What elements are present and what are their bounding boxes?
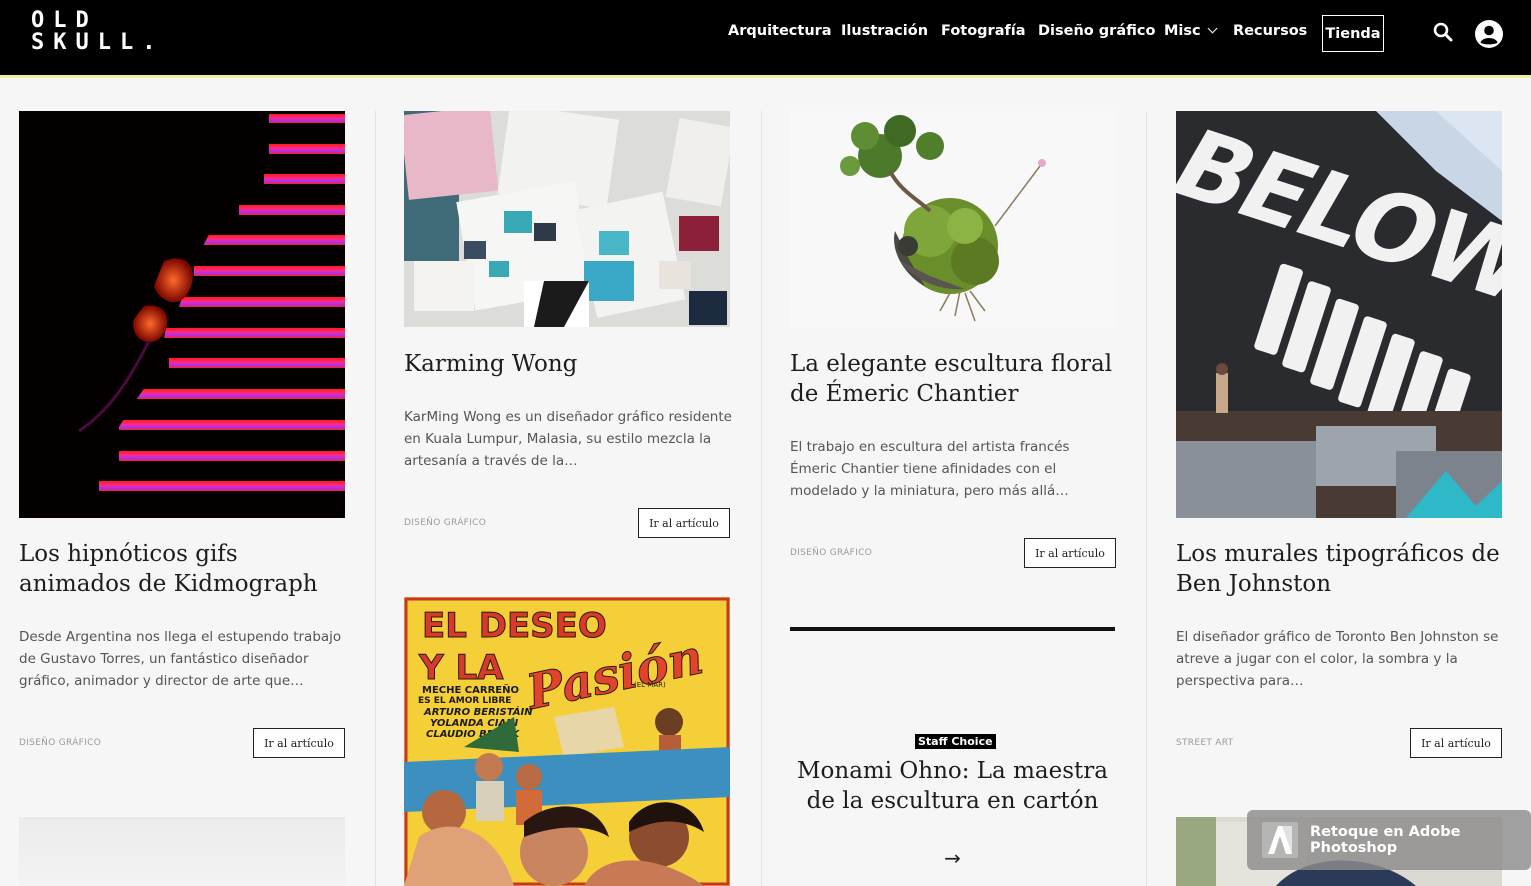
card-category[interactable]: DISEÑO GRÁFICO [404, 518, 486, 528]
staff-choice-rule [790, 627, 1115, 631]
poster-line-2: Y LA [418, 648, 504, 688]
adobe-icon [1262, 822, 1298, 858]
site-logo[interactable]: OLD SKULL. [31, 10, 164, 54]
photoshop-toast[interactable]: Retoque en Adobe Photoshop [1247, 810, 1531, 870]
staff-choice-title[interactable]: Monami Ohno: La maestra de la escultura … [790, 756, 1115, 816]
chevron-down-icon [1207, 23, 1218, 34]
logo-line-1: OLD [31, 8, 98, 33]
ben-johnston-mural-image[interactable]: BELOW [1176, 111, 1502, 518]
header-accent-line [0, 75, 1531, 78]
card-title[interactable]: La elegante escultura floral de Émeric C… [790, 349, 1120, 409]
card-excerpt: El trabajo en escultura del artista fran… [790, 439, 1070, 499]
card-excerpt: El diseñador gráfico de Toronto Ben John… [1176, 629, 1499, 689]
card-title[interactable]: Karming Wong [404, 349, 734, 379]
search-icon[interactable] [1433, 22, 1453, 42]
nav-item-diseno-grafico[interactable]: Diseño gráfico [1038, 23, 1155, 39]
read-article-button[interactable]: Ir al artículo [1410, 728, 1502, 758]
poster-line-1: EL DESEO [422, 606, 607, 646]
read-article-button[interactable]: Ir al artículo [1024, 538, 1116, 568]
emeric-chantier-image[interactable] [790, 111, 1116, 327]
read-article-button[interactable]: Ir al artículo [253, 728, 345, 758]
column-divider [1146, 111, 1147, 886]
card-excerpt: KarMing Wong es un diseñador gráfico res… [404, 409, 732, 469]
card-excerpt: Desde Argentina nos llega el estupendo t… [19, 629, 342, 689]
karming-wong-image[interactable] [404, 111, 730, 327]
movie-poster-image[interactable]: EL DESEO Y LA Pasión (EL MAR) MECHE CARR… [404, 597, 730, 886]
nav-item-misc[interactable]: Misc [1164, 23, 1218, 39]
nav-item-recursos[interactable]: Recursos [1233, 23, 1307, 39]
poster-small: (EL MAR) [634, 681, 666, 689]
arrow-right-icon[interactable]: → [790, 846, 1115, 870]
nav-item-ilustracion[interactable]: Ilustración [841, 23, 928, 39]
kidmograph-image[interactable] [19, 111, 345, 518]
card-title[interactable]: Los murales tipográficos de Ben Johnston [1176, 539, 1506, 599]
read-article-button[interactable]: Ir al artículo [638, 508, 730, 538]
column-divider [375, 111, 376, 886]
nav-item-fotografia[interactable]: Fotografía [941, 23, 1026, 39]
article-image[interactable] [19, 817, 345, 886]
card-category[interactable]: DISEÑO GRÁFICO [19, 738, 101, 748]
staff-choice-badge: Staff Choice [915, 734, 996, 749]
card-category[interactable]: STREET ART [1176, 738, 1233, 748]
card-title[interactable]: Los hipnóticos gifs animados de Kidmogra… [19, 539, 349, 599]
poster-credit: MECHE CARREÑO [422, 683, 519, 696]
card-category[interactable]: DISEÑO GRÁFICO [790, 548, 872, 558]
toast-label: Retoque en Adobe Photoshop [1310, 824, 1461, 856]
shop-button[interactable]: Tienda [1322, 15, 1384, 52]
poster-credit: ES EL AMOR LIBRE [418, 696, 511, 706]
column-divider [761, 111, 762, 886]
nav-item-arquitectura[interactable]: Arquitectura [728, 23, 832, 39]
nav-item-misc-label: Misc [1164, 23, 1201, 39]
logo-line-2: SKULL. [31, 30, 165, 55]
site-header: OLD SKULL. Arquitectura Ilustración Foto… [0, 0, 1531, 75]
poster-credit: ARTURO BERISTÁIN [423, 705, 533, 718]
user-account-icon[interactable] [1475, 20, 1503, 48]
